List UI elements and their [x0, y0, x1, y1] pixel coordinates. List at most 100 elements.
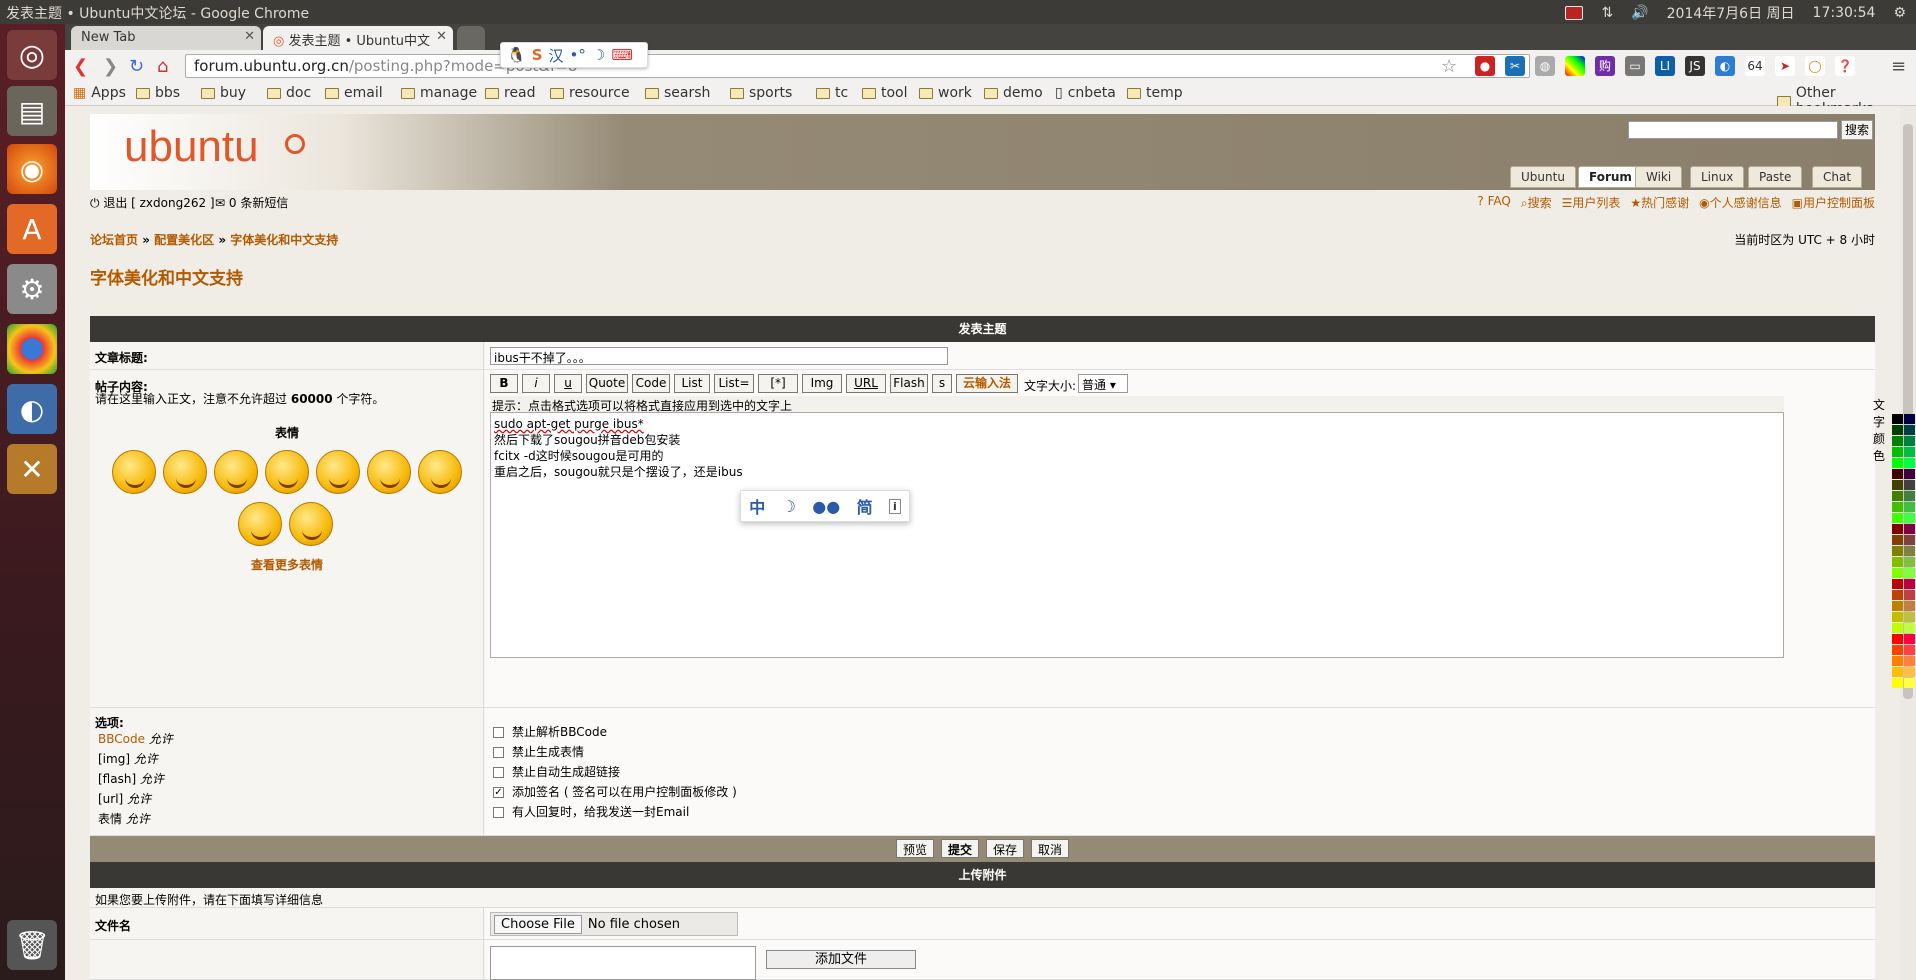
- bookmark-folder[interactable]: tc: [816, 85, 848, 101]
- bookmark-folder[interactable]: tool: [862, 85, 908, 101]
- ext-js-icon[interactable]: JS: [1685, 56, 1705, 76]
- color-swatch[interactable]: [1892, 513, 1903, 523]
- color-swatch[interactable]: [1892, 480, 1903, 490]
- smiley-icon[interactable]: [367, 450, 411, 494]
- date-label[interactable]: 2014年7月6日 周日: [1667, 3, 1795, 23]
- memberlist-link[interactable]: ☰用户列表: [1562, 194, 1621, 211]
- ime-keyboard-icon[interactable]: ⌨: [611, 46, 633, 64]
- smiley-icon[interactable]: [163, 450, 207, 494]
- color-swatch[interactable]: [1892, 656, 1903, 666]
- ext-blue-icon[interactable]: ✂: [1505, 56, 1525, 76]
- color-swatch[interactable]: [1892, 634, 1903, 644]
- list-button[interactable]: List: [674, 374, 710, 393]
- ubuntu-logo[interactable]: ubuntu: [124, 122, 259, 172]
- bookmark-apps[interactable]: ▦ Apps: [73, 85, 126, 101]
- bookmark-page[interactable]: ▯ cnbeta: [1055, 85, 1116, 101]
- bookmark-star-icon[interactable]: ☆: [1441, 56, 1457, 77]
- list-item-button[interactable]: [*]: [758, 374, 798, 393]
- nav-tab-wiki[interactable]: Wiki: [1635, 166, 1683, 188]
- url-button[interactable]: URL: [846, 374, 886, 393]
- bookmark-folder[interactable]: demo: [984, 85, 1043, 101]
- color-swatch[interactable]: [1904, 491, 1915, 501]
- color-swatch[interactable]: [1892, 579, 1903, 589]
- bookmark-folder[interactable]: email: [325, 85, 383, 101]
- ext-64-icon[interactable]: 64: [1745, 56, 1765, 76]
- color-swatch[interactable]: [1904, 414, 1915, 424]
- ime-simplified-icon[interactable]: 简: [857, 494, 873, 518]
- system-settings-icon[interactable]: ⚙: [7, 264, 57, 314]
- preview-button[interactable]: 预览: [896, 839, 935, 858]
- chrome-icon[interactable]: [7, 324, 57, 374]
- bold-button[interactable]: B: [490, 374, 518, 393]
- subject-input[interactable]: ibus干不掉了。。。: [490, 347, 948, 365]
- list-ordered-button[interactable]: List=: [714, 374, 754, 393]
- nav-tab-forum[interactable]: Forum: [1578, 166, 1643, 188]
- file-comment-textarea[interactable]: [490, 946, 756, 980]
- ext-gray-icon[interactable]: ◍: [1535, 56, 1555, 76]
- ime-mode-label[interactable]: 汉: [549, 45, 564, 66]
- ext-globe-icon[interactable]: ◐: [1715, 56, 1735, 76]
- color-swatch[interactable]: [1904, 436, 1915, 446]
- cloud-ime-button[interactable]: 云输入法: [956, 374, 1018, 393]
- color-swatch[interactable]: [1904, 656, 1915, 666]
- clock-label[interactable]: 17:30:54: [1813, 5, 1876, 21]
- checkbox[interactable]: [493, 727, 504, 738]
- save-button[interactable]: 保存: [986, 839, 1025, 858]
- nav-tab-linux[interactable]: Linux: [1690, 166, 1745, 188]
- fish-app-icon[interactable]: ◐: [7, 384, 57, 434]
- color-swatch[interactable]: [1892, 590, 1903, 600]
- code-button[interactable]: Code: [632, 374, 670, 393]
- color-swatch[interactable]: [1892, 502, 1903, 512]
- color-swatch[interactable]: [1904, 502, 1915, 512]
- faq-link[interactable]: ? FAQ: [1477, 194, 1510, 211]
- ext-li-icon[interactable]: LI: [1655, 56, 1675, 76]
- home-icon[interactable]: ⌂: [157, 56, 168, 77]
- option-checkbox-row[interactable]: 禁止自动生成超链接: [493, 763, 620, 780]
- bookmark-folder[interactable]: bbs: [136, 85, 180, 101]
- smiley-icon[interactable]: [289, 502, 333, 546]
- color-swatch[interactable]: [1892, 612, 1903, 622]
- ime-moon-icon[interactable]: ☽: [782, 497, 796, 516]
- color-swatch[interactable]: [1892, 447, 1903, 457]
- tools-icon[interactable]: ✕: [7, 444, 57, 494]
- smiley-icon[interactable]: [238, 502, 282, 546]
- option-checkbox-row[interactable]: ✓ 添加签名 ( 签名可以在用户控制面板修改 ): [493, 783, 737, 800]
- chrome-menu-icon[interactable]: ≡: [1891, 56, 1906, 77]
- nav-tab-ubuntu[interactable]: Ubuntu: [1510, 166, 1576, 188]
- settings-gear-icon[interactable]: ⚙: [1893, 5, 1906, 21]
- dash-home-icon[interactable]: ◎: [7, 30, 57, 80]
- penguin-icon[interactable]: 🐧: [507, 46, 526, 64]
- color-swatch[interactable]: [1892, 623, 1903, 633]
- hot-thanks-link[interactable]: ★热门感谢: [1630, 194, 1689, 211]
- checkbox[interactable]: [493, 747, 504, 758]
- ext-arrow-icon[interactable]: ➤: [1775, 56, 1795, 76]
- italic-button[interactable]: i: [522, 374, 550, 393]
- color-swatch[interactable]: [1892, 436, 1903, 446]
- ext-window-icon[interactable]: ▭: [1625, 56, 1645, 76]
- ext-question-icon[interactable]: ❓: [1835, 56, 1855, 76]
- color-swatch[interactable]: [1892, 568, 1903, 578]
- crumb-home[interactable]: 论坛首页: [90, 233, 138, 247]
- forum-title[interactable]: 字体美化和中文支持: [90, 264, 243, 289]
- color-swatch[interactable]: [1904, 612, 1915, 622]
- header-search-input[interactable]: [1628, 121, 1838, 139]
- close-tab-icon[interactable]: ✕: [244, 29, 255, 44]
- img-button[interactable]: Img: [802, 374, 842, 393]
- volume-icon[interactable]: 🔊: [1631, 5, 1648, 21]
- bookmark-folder[interactable]: read: [485, 85, 536, 101]
- file-input[interactable]: Choose File No file chosen: [490, 912, 738, 936]
- firefox-icon[interactable]: ◉: [7, 144, 57, 194]
- smiley-icon[interactable]: [418, 450, 462, 494]
- sogou-icon[interactable]: S: [532, 46, 543, 64]
- underline-button[interactable]: u: [554, 374, 582, 393]
- color-swatch[interactable]: [1904, 513, 1915, 523]
- flash-button[interactable]: Flash: [890, 374, 928, 393]
- nav-tab-chat[interactable]: Chat: [1812, 166, 1863, 188]
- ime-info-icon[interactable]: i: [888, 498, 901, 514]
- record-indicator-icon[interactable]: [1565, 6, 1584, 20]
- color-palette[interactable]: [1892, 414, 1916, 689]
- color-swatch[interactable]: [1892, 524, 1903, 534]
- color-swatch[interactable]: [1904, 623, 1915, 633]
- bookmark-folder[interactable]: doc: [267, 85, 311, 101]
- more-smilies-link[interactable]: 查看更多表情: [90, 556, 484, 573]
